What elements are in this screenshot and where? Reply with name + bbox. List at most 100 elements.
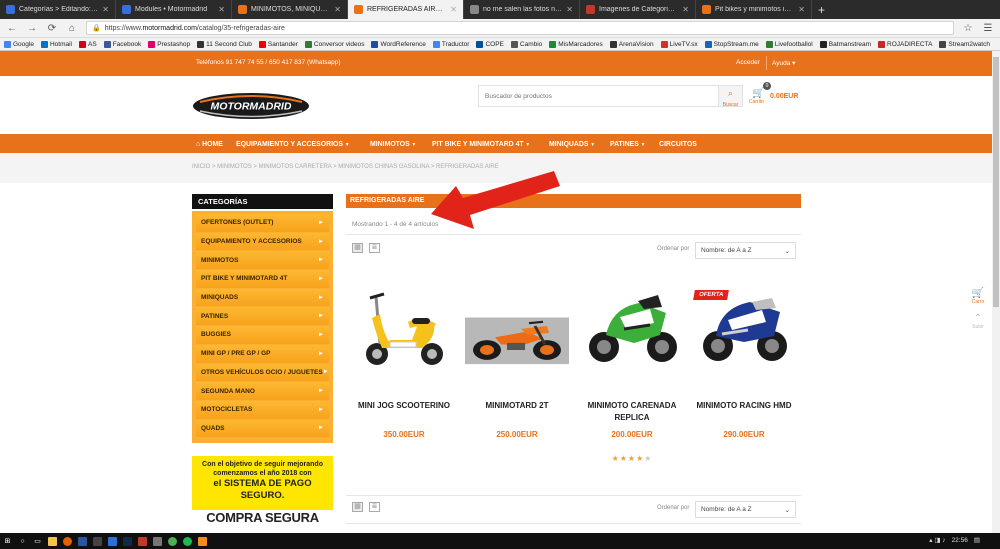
file-explorer-icon[interactable] xyxy=(45,533,60,549)
bookmark-item[interactable]: Hotmail xyxy=(40,40,72,48)
list-view-icon[interactable]: ≣ xyxy=(369,243,380,253)
product-name[interactable]: MINIMOTO RACING HMD xyxy=(692,400,796,412)
app-icon[interactable] xyxy=(75,533,90,549)
product-name[interactable]: MINI JOG SCOOTERINO xyxy=(352,400,456,412)
product-name[interactable]: MINIMOTO CARENADA REPLICA xyxy=(580,400,684,424)
bookmark-item[interactable]: Batmanstream xyxy=(819,40,871,48)
url-field[interactable]: 🔒 https://www.motormadrid.com/catalog/35… xyxy=(86,21,954,35)
bookmark-item[interactable]: LiveTV.sx xyxy=(660,40,698,48)
back-icon[interactable]: ← xyxy=(6,23,18,34)
browser-tab[interactable]: Categorías > Editando: REFRIGERAD ✕ xyxy=(0,0,116,19)
bookmark-item[interactable]: Conversor videos xyxy=(304,40,364,48)
grid-view-icon[interactable]: ▦ xyxy=(352,502,363,512)
menu-item[interactable]: ⌂ HOME xyxy=(196,139,223,148)
menu-item[interactable]: EQUIPAMIENTO Y ACCESORIOS ▼ xyxy=(236,139,349,148)
browser-tab[interactable]: REFRIGERADAS AIRE - Motorm ✕ xyxy=(348,0,464,19)
bookmark-item[interactable]: Stream2watch xyxy=(939,40,990,48)
bookmark-item[interactable]: ArenaVision xyxy=(609,40,654,48)
bookmark-item[interactable]: AS xyxy=(79,40,97,48)
close-icon[interactable]: ✕ xyxy=(682,5,689,14)
category-item[interactable]: MINIMOTOS ► xyxy=(196,251,329,270)
category-item[interactable]: MINIQUADS ► xyxy=(196,288,329,307)
firefox-icon[interactable] xyxy=(60,533,75,549)
cart-widget[interactable]: 🛒 0 Carrito 0.00EUR xyxy=(748,82,802,107)
sort-select[interactable]: Nombre: de A a Z ⌄ xyxy=(695,501,796,518)
app-icon[interactable] xyxy=(135,533,150,549)
bookmark-item[interactable]: Cambio xyxy=(510,40,542,48)
vlc-icon[interactable] xyxy=(195,533,210,549)
sort-select[interactable]: Nombre: de A a Z ⌄ xyxy=(695,242,796,259)
bookmark-item[interactable]: COPE xyxy=(476,40,504,48)
bookmark-item[interactable]: 11 Second Club xyxy=(197,40,252,48)
notification-icon[interactable]: ▤ xyxy=(974,536,980,544)
cart-icon[interactable]: 🛒 xyxy=(960,288,996,299)
grid-view-icon[interactable]: ▦ xyxy=(352,243,363,253)
category-item[interactable]: QUADS ► xyxy=(196,419,329,438)
close-icon[interactable]: ✕ xyxy=(566,5,573,14)
chrome-icon[interactable] xyxy=(165,533,180,549)
search-icon[interactable]: ○ xyxy=(15,533,30,549)
scroll-top-icon[interactable]: ⌃ xyxy=(960,313,996,324)
category-item[interactable]: SEGUNDA MANO ► xyxy=(196,382,329,400)
bookmark-item[interactable]: Google xyxy=(4,40,34,48)
category-item[interactable]: MOTOCICLETAS ► xyxy=(196,400,329,419)
category-item[interactable]: OTROS VEHÍCULOS OCIO / JUGUETES ► xyxy=(196,363,329,382)
help-dropdown[interactable]: Ayuda ▾ xyxy=(772,59,795,67)
close-icon[interactable]: ✕ xyxy=(798,5,805,14)
menu-item[interactable]: PIT BIKE Y MINIMOTARD 4T ▼ xyxy=(432,139,530,148)
new-tab-icon[interactable]: + xyxy=(812,0,831,19)
product-card[interactable]: MINIMOTO CARENADA REPLICA 200.00EUR ★★★★★ xyxy=(580,277,684,478)
spotify-icon[interactable] xyxy=(180,533,195,549)
search-input[interactable] xyxy=(479,86,718,106)
browser-tab[interactable]: Imagenes de Categorias en Pre ✕ xyxy=(580,0,696,19)
app-icon[interactable] xyxy=(150,533,165,549)
home-icon[interactable]: ⌂ xyxy=(66,23,78,34)
product-image[interactable] xyxy=(352,278,456,380)
category-item[interactable]: BUGGIES ► xyxy=(196,326,329,344)
category-item[interactable]: MINI GP / PRE GP / GP ► xyxy=(196,344,329,363)
page-scrollbar[interactable] xyxy=(992,51,1000,533)
category-item[interactable]: PATINES ► xyxy=(196,307,329,326)
bookmark-item[interactable]: Livefootballol xyxy=(765,40,813,48)
menu-item[interactable]: CIRCUITOS xyxy=(659,139,697,148)
close-icon[interactable]: ✕ xyxy=(218,5,225,14)
forward-icon[interactable]: → xyxy=(26,23,38,34)
category-item[interactable]: EQUIPAMIENTO Y ACCESORIOS ► xyxy=(196,232,329,251)
menu-item[interactable]: MINIMOTOS ▼ xyxy=(370,139,416,148)
category-item[interactable]: PIT BIKE Y MINIMOTARD 4T ► xyxy=(196,270,329,288)
product-image[interactable] xyxy=(465,302,569,374)
bookmark-item[interactable]: Santander xyxy=(258,40,298,48)
menu-item[interactable]: PATINES ▼ xyxy=(610,139,645,148)
bookmark-item[interactable]: ROJADIRECTA xyxy=(878,40,932,48)
product-name[interactable]: MINIMOTARD 2T xyxy=(465,400,569,412)
bookmark-item[interactable]: StopStream.me xyxy=(704,40,759,48)
browser-tab[interactable]: MINIMOTOS, MINIQUADS, PIT✕ xyxy=(232,0,348,19)
search-button[interactable]: ⌕ Buscar xyxy=(718,86,742,108)
menu-icon[interactable]: ☰ xyxy=(982,23,994,34)
browser-tab[interactable]: Modules • Motormadrid ✕ xyxy=(116,0,232,19)
close-icon[interactable]: ✕ xyxy=(450,5,457,14)
bookmark-item[interactable]: Facebook xyxy=(103,40,141,48)
login-link[interactable]: Acceder xyxy=(736,59,760,66)
bookmark-item[interactable]: MisMarcadores xyxy=(549,40,603,48)
close-icon[interactable]: ✕ xyxy=(334,5,341,14)
category-item[interactable]: OFERTONES (OUTLET) ► xyxy=(196,214,329,232)
windows-start-icon[interactable]: ⊞ xyxy=(0,533,15,549)
bookmark-item[interactable]: Traductor xyxy=(432,40,469,48)
browser-tab[interactable]: Pit bikes y minimotos infantile ✕ xyxy=(696,0,812,19)
scrollbar-thumb[interactable] xyxy=(993,57,999,307)
close-icon[interactable]: ✕ xyxy=(102,5,109,14)
app-icon[interactable] xyxy=(105,533,120,549)
browser-tab[interactable]: no me salen las fotos ni descrip✕ xyxy=(464,0,580,19)
bookmark-item[interactable]: Prestashop xyxy=(148,40,190,48)
photoshop-icon[interactable] xyxy=(120,533,135,549)
bookmark-star-icon[interactable]: ☆ xyxy=(962,23,974,34)
list-view-icon[interactable]: ≣ xyxy=(369,502,380,512)
task-view-icon[interactable]: ▭ xyxy=(30,533,45,549)
product-card[interactable]: MINIMOTARD 2T 250.00EUR xyxy=(465,278,569,478)
menu-item[interactable]: MINIQUADS ▼ xyxy=(549,139,595,148)
product-image[interactable] xyxy=(580,277,684,379)
app-icon[interactable] xyxy=(90,533,105,549)
bookmark-item[interactable]: WordReference xyxy=(371,40,426,48)
site-logo[interactable]: MOTORMADRID xyxy=(192,92,310,120)
